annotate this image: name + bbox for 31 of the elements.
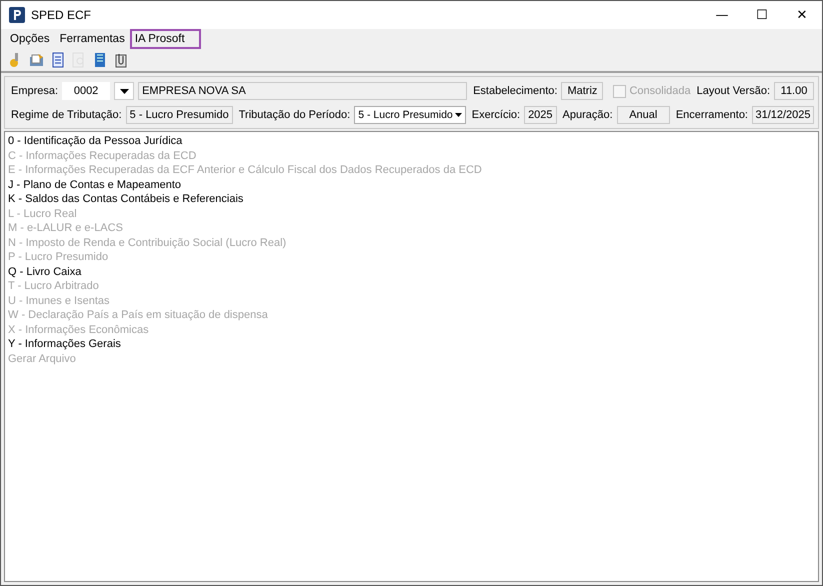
company-name-field: EMPRESA NOVA SA: [138, 82, 468, 100]
field-label: Encerramento:: [676, 109, 748, 121]
menu-item[interactable]: IA Prosoft: [130, 29, 201, 49]
menu-item[interactable]: Ferramentas: [54, 29, 130, 49]
window-title: SPED ECF: [31, 8, 92, 22]
caret-icon: [454, 113, 462, 117]
assessment-field: Anual: [616, 106, 670, 124]
block-list-item[interactable]: J - Plano de Contas e Mapeamento: [8, 178, 815, 192]
field-label: Empresa:: [11, 85, 58, 97]
company-code-field[interactable]: 0002: [62, 82, 110, 100]
fiscal-year-field: 2025: [524, 106, 557, 124]
block-list-item[interactable]: K - Saldos das Contas Contábeis e Referenciais: [8, 192, 815, 206]
field-label: Layout Versão:: [696, 85, 770, 97]
layout-version-field: 11.00: [774, 82, 814, 100]
dropdown-button[interactable]: [114, 82, 134, 100]
field-label: Tributação do Período:: [238, 109, 350, 121]
field-label: Apuração:: [562, 109, 613, 121]
app-logo-icon: [9, 7, 25, 23]
establishment-field: Matriz: [561, 82, 604, 100]
toolbar-folder-icon[interactable]: [28, 51, 46, 69]
caret-icon: [120, 88, 129, 94]
period-regime-select[interactable]: 5 - Lucro Presumido: [354, 106, 466, 124]
closing-date-field: 31/12/2025: [752, 106, 814, 124]
field-label: Estabelecimento:: [473, 85, 558, 97]
field-label: Exercício:: [472, 109, 520, 121]
tax-regime-field: 5 - Lucro Presumido: [126, 106, 233, 124]
field-label: Regime de Tributação:: [11, 109, 122, 121]
block-list-item[interactable]: Y - Informações Gerais: [8, 337, 815, 352]
block-list-item[interactable]: 0 - Identificação da Pessoa Jurídica: [8, 134, 815, 148]
block-list-item[interactable]: Q - Livro Caixa: [8, 264, 815, 279]
menu-item[interactable]: Opções: [5, 29, 55, 49]
